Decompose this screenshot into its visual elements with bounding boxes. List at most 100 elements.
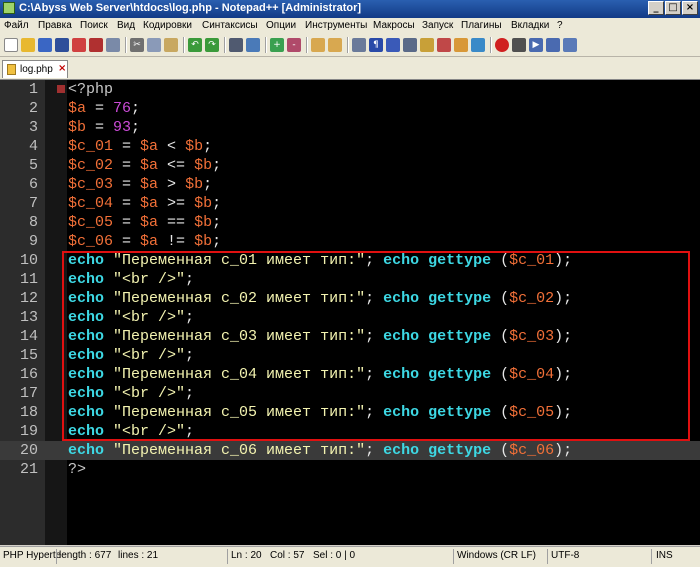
indent-guide-icon[interactable] bbox=[386, 38, 400, 52]
line-number: 14 bbox=[19, 328, 38, 345]
token-var: $a bbox=[140, 138, 159, 155]
token-kw: echo bbox=[68, 442, 105, 459]
code-text: $c_05 = $a == $b; bbox=[68, 213, 221, 232]
line-number: 17 bbox=[19, 385, 38, 402]
code-text: $c_04 = $a >= $b; bbox=[68, 194, 221, 213]
maximize-icon[interactable]: □ bbox=[665, 1, 681, 15]
token-op: < bbox=[158, 138, 186, 155]
line-number: 4 bbox=[28, 138, 38, 155]
menu-run[interactable]: Запуск bbox=[422, 20, 453, 31]
udl-icon[interactable] bbox=[403, 38, 417, 52]
token-kw: echo bbox=[383, 442, 420, 459]
token-var: $b bbox=[185, 138, 204, 155]
menu-plugins[interactable]: Плагины bbox=[461, 20, 502, 31]
line-number: 2 bbox=[28, 100, 38, 117]
menu-help[interactable]: ? bbox=[557, 20, 563, 31]
minimize-icon[interactable]: _ bbox=[648, 1, 664, 15]
menu-macro[interactable]: Макросы bbox=[373, 20, 415, 31]
menu-tabs[interactable]: Вкладки bbox=[511, 20, 549, 31]
token-var: $c_03 bbox=[68, 176, 114, 193]
menu-encoding[interactable]: Кодировки bbox=[143, 20, 192, 31]
code-line[interactable]: 8 $c_05 = $a == $b; bbox=[0, 213, 700, 232]
open-icon[interactable] bbox=[21, 38, 35, 52]
save-all-icon[interactable] bbox=[55, 38, 69, 52]
code-line[interactable]: 20 echo "Переменная c_06 имеет тип:"; ech… bbox=[0, 441, 700, 460]
token-op: <= bbox=[158, 157, 195, 174]
token-op: ; bbox=[203, 138, 213, 155]
menu-language[interactable]: Синтаксисы bbox=[202, 20, 258, 31]
folder-workspace-icon[interactable] bbox=[454, 38, 468, 52]
print-icon[interactable] bbox=[106, 38, 120, 52]
play-icon[interactable]: ▶ bbox=[529, 38, 543, 52]
menu-tools[interactable]: Инструменты bbox=[305, 20, 367, 31]
play-multi-icon[interactable] bbox=[546, 38, 560, 52]
word-wrap-icon[interactable] bbox=[352, 38, 366, 52]
new-file-icon[interactable] bbox=[4, 38, 18, 52]
line-number: 9 bbox=[28, 233, 38, 250]
code-line[interactable]: 3 $b = 93; bbox=[0, 118, 700, 137]
save-macro-icon[interactable] bbox=[563, 38, 577, 52]
record-icon[interactable] bbox=[495, 38, 509, 52]
tab-log-php[interactable]: log.php × bbox=[2, 60, 68, 78]
menu-search[interactable]: Поиск bbox=[80, 20, 108, 31]
stop-icon[interactable] bbox=[512, 38, 526, 52]
menu-settings[interactable]: Опции bbox=[266, 20, 296, 31]
token-op: = bbox=[86, 119, 114, 136]
status-language: PHP Hyperte bbox=[3, 550, 62, 561]
function-list-icon[interactable] bbox=[437, 38, 451, 52]
code-line[interactable]: 7 $c_04 = $a >= $b; bbox=[0, 194, 700, 213]
code-editor[interactable]: 1 <?php 2 $a = 76; 3 $b = 93; 4 $c_01 = $a < $b… bbox=[0, 80, 700, 545]
undo-icon[interactable]: ↶ bbox=[188, 38, 202, 52]
zoom-in-icon[interactable]: + bbox=[270, 38, 284, 52]
code-line[interactable]: 6 $c_03 = $a > $b; bbox=[0, 175, 700, 194]
close-icon[interactable] bbox=[72, 38, 86, 52]
token-op: = bbox=[113, 157, 141, 174]
line-number: 21 bbox=[19, 461, 38, 478]
token-var: $b bbox=[194, 195, 213, 212]
show-all-icon[interactable]: ¶ bbox=[369, 38, 383, 52]
close-window-icon[interactable]: × bbox=[682, 1, 698, 15]
line-number: 16 bbox=[19, 366, 38, 383]
token-op: = bbox=[113, 195, 141, 212]
code-line[interactable]: 5 $c_02 = $a <= $b; bbox=[0, 156, 700, 175]
tab-close-icon[interactable]: × bbox=[58, 63, 66, 74]
code-line[interactable]: 9 $c_06 = $a != $b; bbox=[0, 232, 700, 251]
code-line[interactable]: 1 <?php bbox=[0, 80, 700, 99]
token-op: ; bbox=[212, 233, 222, 250]
monitor-icon[interactable] bbox=[471, 38, 485, 52]
token-op: >= bbox=[158, 195, 195, 212]
fold-marker-icon[interactable] bbox=[57, 85, 65, 93]
replace-icon[interactable] bbox=[246, 38, 260, 52]
token-op: ; bbox=[365, 442, 384, 459]
doc-map-icon[interactable] bbox=[420, 38, 434, 52]
sync-h-icon[interactable] bbox=[328, 38, 342, 52]
menu-file[interactable]: Файл bbox=[4, 20, 29, 31]
close-all-icon[interactable] bbox=[89, 38, 103, 52]
code-line[interactable]: 21 ?> bbox=[0, 460, 700, 479]
line-number: 10 bbox=[19, 252, 38, 269]
file-icon bbox=[7, 64, 16, 75]
status-ins: INS bbox=[656, 550, 673, 561]
zoom-out-icon[interactable]: - bbox=[287, 38, 301, 52]
token-op: != bbox=[158, 233, 195, 250]
paste-icon[interactable] bbox=[164, 38, 178, 52]
token-tag: <?php bbox=[68, 81, 114, 98]
menu-view[interactable]: Вид bbox=[117, 20, 135, 31]
code-line[interactable]: 4 $c_01 = $a < $b; bbox=[0, 137, 700, 156]
code-line[interactable]: 2 $a = 76; bbox=[0, 99, 700, 118]
cut-icon[interactable]: ✂ bbox=[130, 38, 144, 52]
copy-icon[interactable] bbox=[147, 38, 161, 52]
save-icon[interactable] bbox=[38, 38, 52, 52]
menu-edit[interactable]: Правка bbox=[38, 20, 72, 31]
sync-v-icon[interactable] bbox=[311, 38, 325, 52]
token-var: $a bbox=[140, 157, 159, 174]
token-num: 93 bbox=[113, 119, 132, 136]
status-encoding: UTF-8 bbox=[551, 550, 580, 561]
token-var: $b bbox=[185, 176, 204, 193]
find-icon[interactable] bbox=[229, 38, 243, 52]
code-text: echo "Переменная c_06 имеет тип:"; echo … bbox=[68, 441, 572, 460]
redo-icon[interactable]: ↷ bbox=[205, 38, 219, 52]
toolbar: ✂ ↶ ↷ + - ¶ ▶ bbox=[0, 34, 700, 57]
line-number: 15 bbox=[19, 347, 38, 364]
token-var: $c_06 bbox=[68, 233, 114, 250]
